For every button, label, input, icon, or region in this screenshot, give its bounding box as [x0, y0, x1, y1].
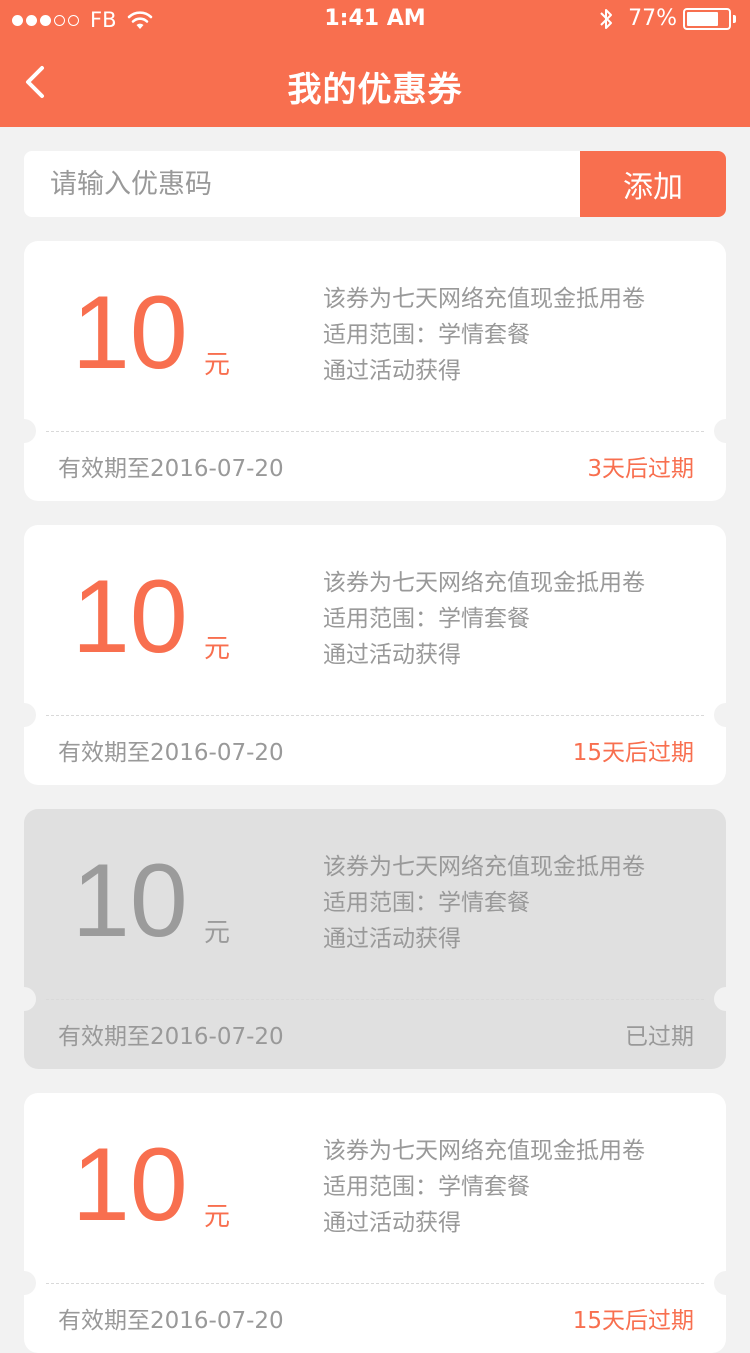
coupon-description: 该券为七天网络充值现金抵用卷 适用范围：学情套餐 通过活动获得 [323, 1133, 645, 1241]
header: FB 1:41 AM 77% 我的优惠券 [0, 0, 750, 127]
coupon-description: 该券为七天网络充值现金抵用卷 适用范围：学情套餐 通过活动获得 [323, 281, 645, 389]
dashed-divider [46, 999, 704, 1000]
coupon-desc-line: 该券为七天网络充值现金抵用卷 [323, 570, 645, 596]
coupon-unit: 元 [204, 1202, 231, 1232]
battery-percent: 77% [628, 6, 677, 31]
coupon-scope: 适用范围：学情套餐 [323, 322, 530, 348]
dashed-divider [46, 1283, 704, 1284]
page-title: 我的优惠券 [287, 70, 463, 110]
nav-bar: 我的优惠券 [0, 40, 750, 127]
status-bar: FB 1:41 AM 77% [0, 0, 750, 40]
ticket-notch [12, 703, 36, 727]
coupon-status: 15天后过期 [572, 740, 694, 766]
coupon-unit: 元 [204, 918, 231, 948]
ticket-notch [12, 987, 36, 1011]
coupon-description: 该券为七天网络充值现金抵用卷 适用范围：学情套餐 通过活动获得 [323, 849, 645, 957]
bluetooth-icon [600, 8, 613, 29]
coupon-validity: 有效期至2016-07-20 [58, 1308, 284, 1334]
coupon-unit: 元 [204, 350, 231, 380]
coupon-status: 3天后过期 [587, 456, 694, 482]
coupon-source: 通过活动获得 [323, 358, 461, 384]
dashed-divider [46, 715, 704, 716]
coupon-card[interactable]: 10 元 该券为七天网络充值现金抵用卷 适用范围：学情套餐 通过活动获得 有效期… [12, 525, 738, 785]
coupon-desc-line: 该券为七天网络充值现金抵用卷 [323, 854, 645, 880]
coupon-amount: 10 [72, 275, 188, 391]
coupon-source: 通过活动获得 [323, 642, 461, 668]
ticket-notch [714, 987, 738, 1011]
coupon-description: 该券为七天网络充值现金抵用卷 适用范围：学情套餐 通过活动获得 [323, 565, 645, 673]
coupon-amount: 10 [72, 559, 188, 675]
coupon-validity: 有效期至2016-07-20 [58, 456, 284, 482]
battery-tip [733, 14, 736, 23]
coupon-source: 通过活动获得 [323, 1210, 461, 1236]
coupon-desc-line: 该券为七天网络充值现金抵用卷 [323, 286, 645, 312]
dashed-divider [46, 431, 704, 432]
coupon-status: 15天后过期 [572, 1308, 694, 1334]
battery-icon [683, 7, 731, 30]
add-coupon-button[interactable]: 添加 [580, 151, 726, 217]
ticket-notch [12, 1271, 36, 1295]
ticket-notch [12, 419, 36, 443]
coupon-scope: 适用范围：学情套餐 [323, 606, 530, 632]
status-right: 77% [598, 6, 736, 31]
coupon-validity: 有效期至2016-07-20 [58, 740, 284, 766]
coupon-validity: 有效期至2016-07-20 [58, 1024, 284, 1050]
coupon-scope: 适用范围：学情套餐 [323, 1174, 530, 1200]
coupon-scope: 适用范围：学情套餐 [323, 890, 530, 916]
coupon-status: 已过期 [625, 1024, 694, 1050]
coupon-amount: 10 [72, 843, 188, 959]
coupon-card-expired[interactable]: 10 元 该券为七天网络充值现金抵用卷 适用范围：学情套餐 通过活动获得 有效期… [12, 809, 738, 1069]
battery-fill [687, 11, 718, 26]
ticket-notch [714, 1271, 738, 1295]
ticket-notch [714, 419, 738, 443]
coupon-code-bar: 添加 [24, 151, 726, 217]
coupon-card[interactable]: 10 元 该券为七天网络充值现金抵用卷 适用范围：学情套餐 通过活动获得 有效期… [12, 1093, 738, 1353]
coupon-unit: 元 [204, 634, 231, 664]
coupon-source: 通过活动获得 [323, 926, 461, 952]
coupon-code-input[interactable] [24, 151, 580, 217]
coupon-amount: 10 [72, 1127, 188, 1243]
coupon-desc-line: 该券为七天网络充值现金抵用卷 [323, 1138, 645, 1164]
coupon-card[interactable]: 10 元 该券为七天网络充值现金抵用卷 适用范围：学情套餐 通过活动获得 有效期… [12, 241, 738, 501]
ticket-notch [714, 703, 738, 727]
